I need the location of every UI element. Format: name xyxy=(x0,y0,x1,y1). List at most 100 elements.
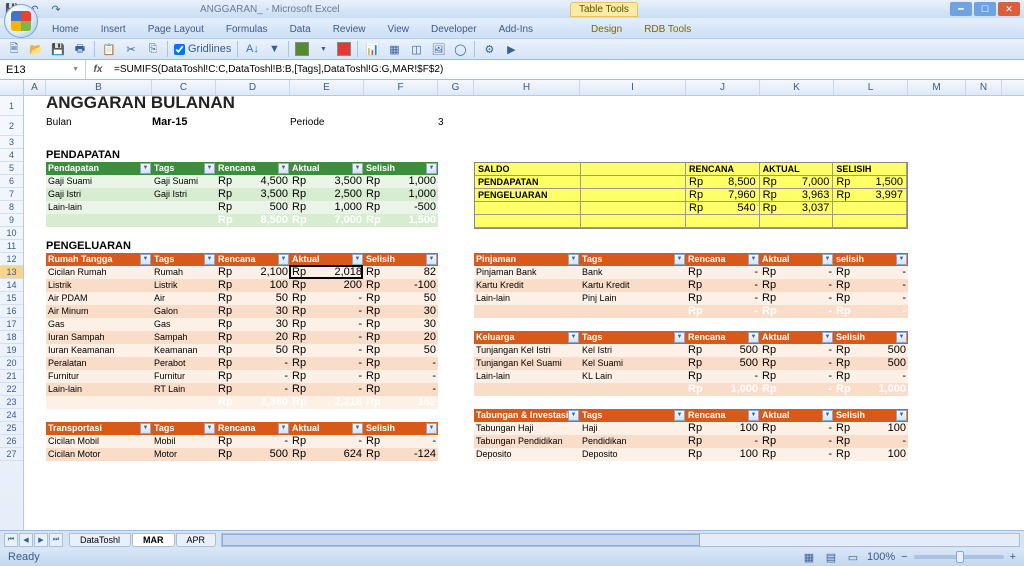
column-header[interactable]: F xyxy=(364,80,438,95)
table-header[interactable]: Aktual▼ xyxy=(760,409,834,422)
table-header[interactable]: Aktual▼ xyxy=(290,162,364,175)
table-total-cell[interactable] xyxy=(580,383,686,396)
filter-button[interactable]: ▼ xyxy=(278,254,289,265)
table-cell[interactable]: Rp- xyxy=(216,383,290,396)
table-header[interactable]: Selisih▼ xyxy=(834,409,908,422)
table-cell[interactable]: KL Lain xyxy=(580,370,686,383)
table-cell[interactable]: Rp- xyxy=(834,292,908,305)
table-cell[interactable]: Air Minum xyxy=(46,305,152,318)
table-cell[interactable]: Bank xyxy=(580,266,686,279)
saldo-cell[interactable]: PENDAPATAN xyxy=(475,176,581,189)
row-header[interactable]: 20 xyxy=(0,357,23,370)
dropdown-icon[interactable]: ▼ xyxy=(315,41,331,57)
sort-icon[interactable]: A↓ xyxy=(244,41,260,57)
table-cell[interactable]: Rp- xyxy=(216,370,290,383)
table-cell[interactable]: Rp- xyxy=(364,383,438,396)
table-cell[interactable]: Listrik xyxy=(152,279,216,292)
column-header[interactable]: K xyxy=(760,80,834,95)
table-cell[interactable]: Rp50 xyxy=(364,292,438,305)
column-header[interactable]: M xyxy=(908,80,966,95)
save-icon[interactable]: 💾 xyxy=(50,41,66,57)
table-cell[interactable]: Rp- xyxy=(290,383,364,396)
saldo-cell[interactable] xyxy=(686,215,760,228)
macros-icon[interactable]: ⚙ xyxy=(481,41,497,57)
table-cell[interactable]: Rp500 xyxy=(834,344,908,357)
table-header[interactable]: Tags▼ xyxy=(152,253,216,266)
column-header[interactable]: I xyxy=(580,80,686,95)
table-total-cell[interactable]: Rp1,500 xyxy=(364,214,438,227)
table-cell[interactable]: Rp500 xyxy=(834,357,908,370)
table-cell[interactable]: Perabot xyxy=(152,357,216,370)
table-header[interactable]: selisih▼ xyxy=(834,253,908,266)
table-total-cell[interactable]: Rp- xyxy=(760,305,834,318)
table-header[interactable]: Tags▼ xyxy=(580,409,686,422)
filter-button[interactable]: ▼ xyxy=(748,332,759,343)
table-cell[interactable]: Rp-124 xyxy=(364,448,438,461)
table-total-cell[interactable] xyxy=(46,214,152,227)
column-header[interactable]: D xyxy=(216,80,290,95)
column-header[interactable]: B xyxy=(46,80,152,95)
page-break-icon[interactable]: ▭ xyxy=(845,549,861,565)
row-header[interactable]: 15 xyxy=(0,292,23,305)
table-cell[interactable]: Gas xyxy=(46,318,152,331)
filter-button[interactable]: ▼ xyxy=(568,254,579,265)
redo-icon[interactable]: ↷ xyxy=(48,1,64,17)
saldo-header[interactable] xyxy=(581,163,687,176)
table-cell[interactable]: Air PDAM xyxy=(46,292,152,305)
filter-button[interactable]: ▼ xyxy=(278,423,289,434)
table-cell[interactable]: Rp- xyxy=(834,435,908,448)
sheet-tab-datatoshl[interactable]: DataToshl xyxy=(69,533,131,547)
table-cell[interactable]: Rp100 xyxy=(834,422,908,435)
table-total-cell[interactable] xyxy=(474,305,580,318)
table-cell[interactable]: Listrik xyxy=(46,279,152,292)
row-header[interactable]: 21 xyxy=(0,370,23,383)
table-total-cell[interactable]: Rp162 xyxy=(364,396,438,409)
fill-color-button[interactable] xyxy=(295,42,309,56)
saldo-cell[interactable]: Rp1,500 xyxy=(833,176,907,189)
table-total-cell[interactable]: Rp1,000 xyxy=(686,383,760,396)
table-cell[interactable]: Gaji Istri xyxy=(152,188,216,201)
bulan-label[interactable]: Bulan xyxy=(46,116,72,129)
table-cell[interactable]: Rp- xyxy=(760,435,834,448)
ribbon-tab-design[interactable]: Design xyxy=(581,21,632,38)
table-cell[interactable]: Furnitur xyxy=(152,370,216,383)
table-cell[interactable]: Galon xyxy=(152,305,216,318)
table-cell[interactable]: Rp30 xyxy=(216,318,290,331)
select-all-button[interactable] xyxy=(0,80,24,95)
column-header[interactable]: J xyxy=(686,80,760,95)
saldo-cell[interactable] xyxy=(581,215,687,228)
cut-icon[interactable]: ✂ xyxy=(123,41,139,57)
row-header[interactable]: 23 xyxy=(0,396,23,409)
page-layout-icon[interactable]: ▤ xyxy=(823,549,839,565)
table-cell[interactable]: Rp- xyxy=(364,435,438,448)
table-icon[interactable]: ▦ xyxy=(386,41,402,57)
table-cell[interactable]: Rp200 xyxy=(290,279,364,292)
table-cell[interactable]: Rp- xyxy=(290,344,364,357)
table-cell[interactable]: Rp50 xyxy=(216,292,290,305)
table-cell[interactable]: Rp- xyxy=(834,370,908,383)
table-cell[interactable]: Kel Istri xyxy=(580,344,686,357)
table-cell[interactable]: Rp3,500 xyxy=(216,188,290,201)
table-total-cell[interactable] xyxy=(474,383,580,396)
table-cell[interactable]: Rp- xyxy=(290,305,364,318)
table-cell[interactable]: Cicilan Motor xyxy=(46,448,152,461)
ribbon-tab-data[interactable]: Data xyxy=(280,21,321,38)
table-header[interactable]: Tags▼ xyxy=(580,253,686,266)
table-cell[interactable]: Lain-lain xyxy=(46,383,152,396)
table-cell[interactable]: Gaji Istri xyxy=(46,188,152,201)
row-header[interactable]: 3 xyxy=(0,136,23,149)
table-cell[interactable]: Kel Suami xyxy=(580,357,686,370)
row-header[interactable]: 7 xyxy=(0,188,23,201)
table-cell[interactable]: Lain-lain xyxy=(46,201,152,214)
table-header[interactable]: Rencana▼ xyxy=(216,253,290,266)
table-cell[interactable]: Rp- xyxy=(760,279,834,292)
table-header[interactable]: Tabungan & Investasi▼ xyxy=(474,409,580,422)
table-cell[interactable]: Rp4,500 xyxy=(216,175,290,188)
filter-button[interactable]: ▼ xyxy=(426,423,437,434)
filter-button[interactable]: ▼ xyxy=(140,163,151,174)
row-header[interactable]: 25 xyxy=(0,422,23,435)
saldo-cell[interactable]: Rp3,963 xyxy=(760,189,834,202)
row-header[interactable]: 24 xyxy=(0,409,23,422)
ribbon-tab-developer[interactable]: Developer xyxy=(421,21,487,38)
row-header[interactable]: 5 xyxy=(0,162,23,175)
